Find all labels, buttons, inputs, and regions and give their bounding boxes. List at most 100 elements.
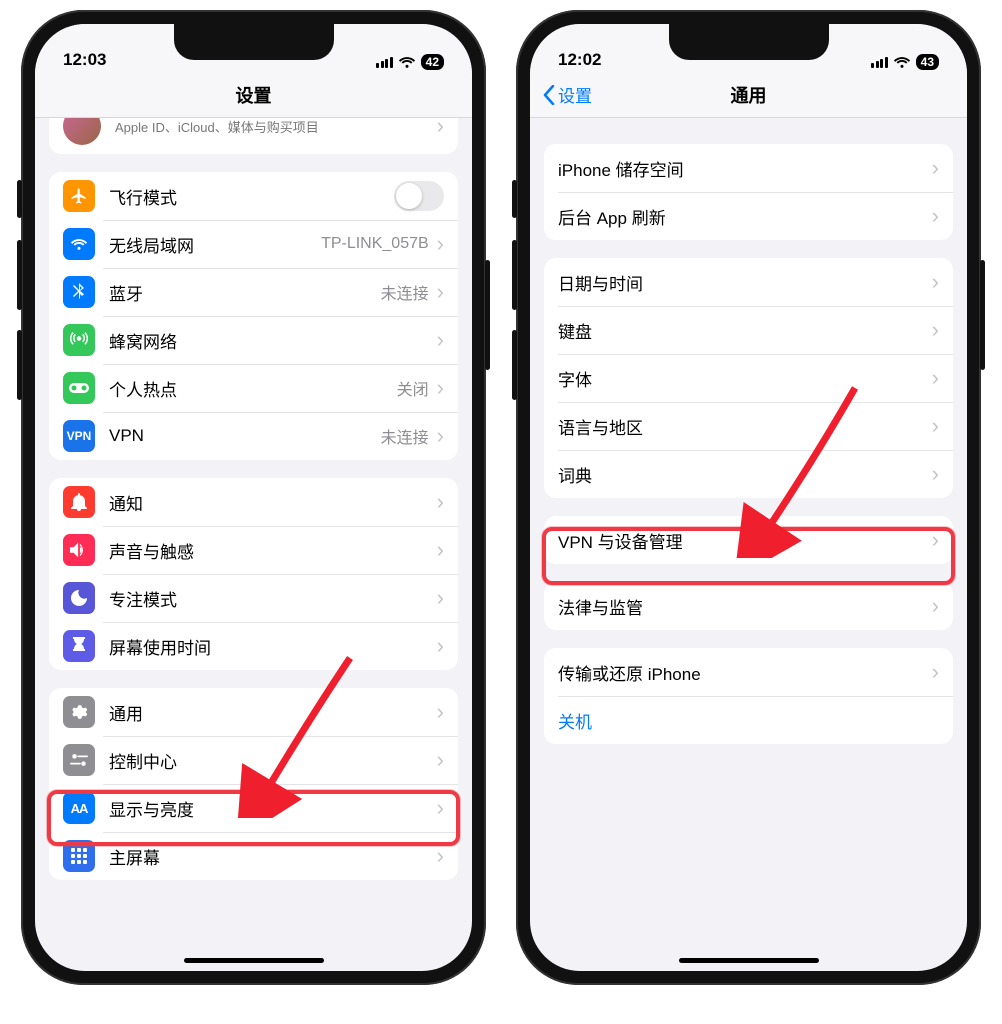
chevron-icon: › bbox=[437, 423, 444, 449]
wifi-icon bbox=[893, 55, 911, 69]
chevron-icon: › bbox=[932, 659, 939, 685]
transfer-row[interactable]: 传输或还原 iPhone › bbox=[544, 648, 953, 696]
sounds-row[interactable]: 声音与触感 › bbox=[49, 526, 458, 574]
gear-icon bbox=[63, 696, 95, 728]
vpn-label: VPN bbox=[109, 426, 381, 446]
focus-row[interactable]: 专注模式 › bbox=[49, 574, 458, 622]
vpn-device-mgmt-row[interactable]: VPN 与设备管理 › bbox=[544, 516, 953, 564]
sounds-label: 声音与触感 bbox=[109, 538, 433, 563]
vpn-row[interactable]: VPN VPN 未连接 › bbox=[49, 412, 458, 460]
display-row[interactable]: AA 显示与亮度 › bbox=[49, 784, 458, 832]
chevron-icon: › bbox=[437, 118, 444, 139]
shutdown-label: 关机 bbox=[558, 708, 939, 733]
storage-label: iPhone 储存空间 bbox=[558, 156, 928, 181]
keyboard-row[interactable]: 键盘 › bbox=[544, 306, 953, 354]
hotspot-icon bbox=[63, 372, 95, 404]
chevron-icon: › bbox=[932, 593, 939, 619]
notifications-row[interactable]: 通知 › bbox=[49, 478, 458, 526]
datetime-row[interactable]: 日期与时间 › bbox=[544, 258, 953, 306]
nav-bar: 设置 通用 bbox=[530, 72, 967, 118]
sliders-icon bbox=[63, 744, 95, 776]
chevron-icon: › bbox=[932, 203, 939, 229]
legal-label: 法律与监管 bbox=[558, 594, 928, 619]
bg-app-refresh-label: 后台 App 刷新 bbox=[558, 204, 928, 229]
general-row[interactable]: 通用 › bbox=[49, 688, 458, 736]
control-center-label: 控制中心 bbox=[109, 748, 433, 773]
storage-row[interactable]: iPhone 储存空间 › bbox=[544, 144, 953, 192]
grid-icon bbox=[63, 840, 95, 872]
keyboard-label: 键盘 bbox=[558, 318, 928, 343]
chevron-icon: › bbox=[932, 413, 939, 439]
phone-right: 12:02 43 设置 通用 iPhone 储存空间 › 后台 App 刷新 bbox=[516, 10, 981, 985]
transfer-label: 传输或还原 iPhone bbox=[558, 660, 928, 685]
chevron-icon: › bbox=[437, 489, 444, 515]
dictionary-label: 词典 bbox=[558, 462, 928, 487]
home-indicator[interactable] bbox=[679, 958, 819, 963]
wifi-row[interactable]: 无线局域网 TP-LINK_057B › bbox=[49, 220, 458, 268]
vpn-device-mgmt-label: VPN 与设备管理 bbox=[558, 528, 928, 553]
battery-icon: 43 bbox=[916, 54, 939, 70]
dictionary-row[interactable]: 词典 › bbox=[544, 450, 953, 498]
hotspot-value: 关闭 bbox=[397, 376, 429, 400]
chevron-icon: › bbox=[437, 279, 444, 305]
back-button[interactable]: 设置 bbox=[542, 82, 592, 107]
hotspot-label: 个人热点 bbox=[109, 376, 397, 401]
chevron-icon: › bbox=[932, 365, 939, 391]
bell-icon bbox=[63, 486, 95, 518]
hourglass-icon bbox=[63, 630, 95, 662]
legal-row[interactable]: 法律与监管 › bbox=[544, 582, 953, 630]
language-row[interactable]: 语言与地区 › bbox=[544, 402, 953, 450]
signal-icon bbox=[376, 57, 393, 68]
airplane-icon bbox=[63, 180, 95, 212]
notch bbox=[174, 24, 334, 60]
chevron-icon: › bbox=[437, 231, 444, 257]
control-center-row[interactable]: 控制中心 › bbox=[49, 736, 458, 784]
chevron-icon: › bbox=[437, 327, 444, 353]
home-indicator[interactable] bbox=[184, 958, 324, 963]
hotspot-row[interactable]: 个人热点 关闭 › bbox=[49, 364, 458, 412]
wifi-settings-icon bbox=[63, 228, 95, 260]
airplane-mode-row[interactable]: 飞行模式 bbox=[49, 172, 458, 220]
avatar bbox=[63, 118, 101, 145]
chevron-icon: › bbox=[932, 155, 939, 181]
status-time: 12:03 bbox=[63, 50, 106, 70]
cellular-row[interactable]: 蜂窝网络 › bbox=[49, 316, 458, 364]
phone-left: 12:03 42 设置 Apple ID、iCloud、媒体与购买项目 › bbox=[21, 10, 486, 985]
chevron-icon: › bbox=[932, 527, 939, 553]
notch bbox=[669, 24, 829, 60]
homescreen-row[interactable]: 主屏幕 › bbox=[49, 832, 458, 880]
general-label: 通用 bbox=[109, 700, 433, 725]
wifi-icon bbox=[398, 55, 416, 69]
cellular-icon bbox=[63, 324, 95, 356]
airplane-toggle[interactable] bbox=[394, 181, 444, 211]
screentime-row[interactable]: 屏幕使用时间 › bbox=[49, 622, 458, 670]
chevron-left-icon bbox=[542, 85, 556, 105]
vpn-icon: VPN bbox=[63, 420, 95, 452]
chevron-icon: › bbox=[437, 843, 444, 869]
homescreen-label: 主屏幕 bbox=[109, 844, 433, 869]
display-label: 显示与亮度 bbox=[109, 796, 433, 821]
apple-id-row[interactable]: Apple ID、iCloud、媒体与购买项目 › bbox=[49, 118, 458, 154]
shutdown-row[interactable]: 关机 bbox=[544, 696, 953, 744]
airplane-label: 飞行模式 bbox=[109, 184, 394, 209]
fonts-row[interactable]: 字体 › bbox=[544, 354, 953, 402]
back-label: 设置 bbox=[558, 82, 592, 107]
vpn-value: 未连接 bbox=[381, 424, 429, 448]
cellular-label: 蜂窝网络 bbox=[109, 328, 433, 353]
page-title: 通用 bbox=[731, 82, 767, 108]
chevron-icon: › bbox=[437, 585, 444, 611]
nav-bar: 设置 bbox=[35, 72, 472, 118]
screentime-label: 屏幕使用时间 bbox=[109, 634, 433, 659]
focus-label: 专注模式 bbox=[109, 586, 433, 611]
chevron-icon: › bbox=[932, 317, 939, 343]
wifi-value: TP-LINK_057B bbox=[321, 235, 429, 253]
chevron-icon: › bbox=[437, 537, 444, 563]
bg-app-refresh-row[interactable]: 后台 App 刷新 › bbox=[544, 192, 953, 240]
language-label: 语言与地区 bbox=[558, 414, 928, 439]
status-time: 12:02 bbox=[558, 50, 601, 70]
chevron-icon: › bbox=[932, 461, 939, 487]
bluetooth-row[interactable]: 蓝牙 未连接 › bbox=[49, 268, 458, 316]
display-icon: AA bbox=[63, 792, 95, 824]
notifications-label: 通知 bbox=[109, 490, 433, 515]
bluetooth-icon bbox=[63, 276, 95, 308]
